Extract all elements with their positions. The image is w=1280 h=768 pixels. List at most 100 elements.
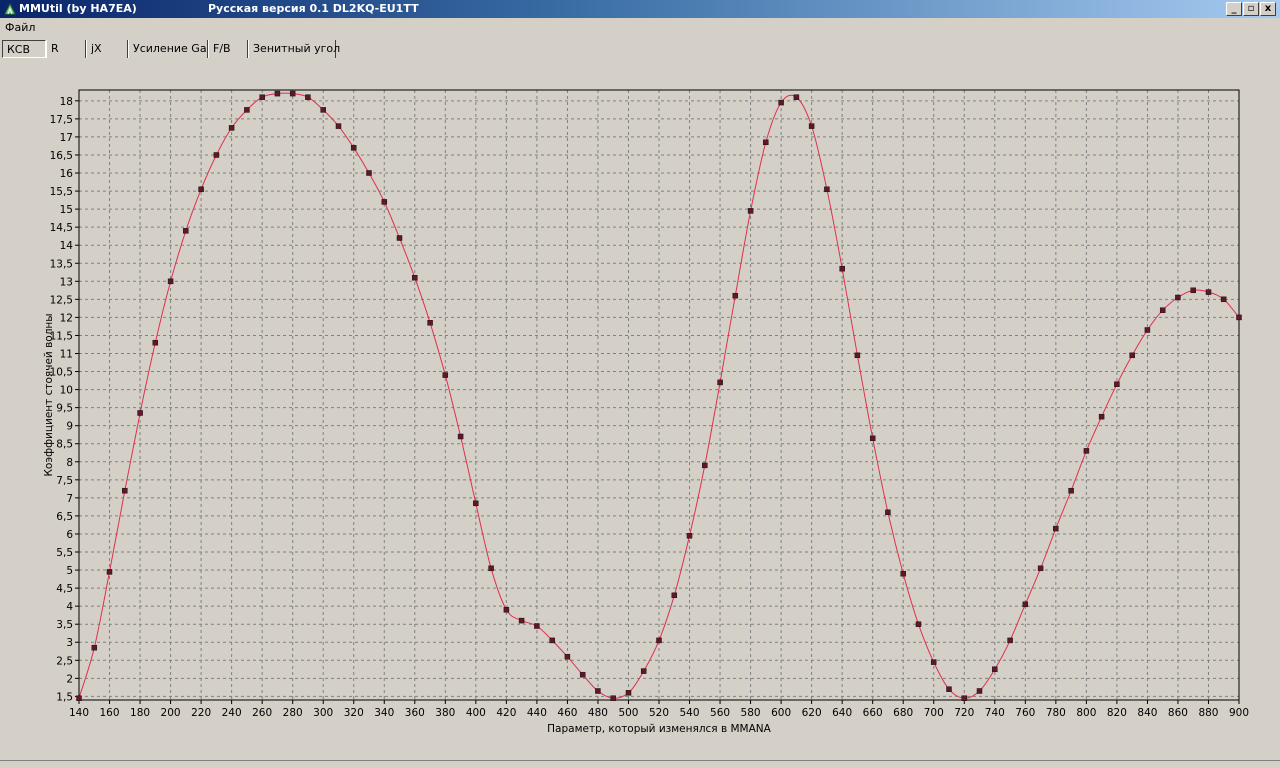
y-tick-label: 13,5 [50,258,73,270]
data-point [518,617,525,624]
x-tick-label: 220 [191,707,211,719]
data-point [503,607,510,613]
x-tick-label: 700 [924,707,944,719]
y-axis-label: Коэффициент стоячей волны [43,313,55,476]
data-point [320,107,326,113]
y-tick-label: 8,5 [56,439,73,451]
x-tick-label: 840 [1137,707,1157,719]
data-point [763,139,769,146]
data-point [747,208,754,214]
y-tick-label: 7 [66,493,73,505]
x-tick-label: 260 [252,707,272,719]
x-tick-label: 560 [710,707,730,719]
data-point [686,533,693,539]
data-point [473,500,479,507]
data-point [1220,296,1227,303]
data-point [1083,448,1090,454]
data-point [137,410,143,416]
x-tick-label: 720 [954,707,974,719]
x-tick-label: 440 [527,707,547,719]
y-tick-label: 17 [60,132,73,144]
data-point [992,666,998,673]
data-point [457,433,464,440]
y-tick-label: 16,5 [50,150,73,162]
data-point [625,690,632,696]
y-tick-label: 17,5 [50,114,73,126]
data-point [1190,287,1196,294]
x-tick-label: 140 [69,707,89,719]
data-point [1114,381,1120,387]
data-point [961,695,968,701]
y-tick-label: 9,5 [56,403,73,415]
data-point [1236,314,1242,321]
y-tick-label: 12 [60,312,73,324]
x-tick-label: 480 [588,707,608,719]
x-tick-label: 460 [557,707,577,719]
data-point [976,688,983,694]
data-point [427,320,433,326]
data-point [198,186,204,193]
y-tick-label: 5,5 [56,547,73,559]
data-point [167,278,174,285]
data-point [244,107,250,113]
x-tick-label: 400 [466,707,486,719]
x-axis-label: Параметр, который изменялся в MMANA [547,723,771,735]
data-point [1098,413,1105,420]
data-point [289,90,296,97]
data-point [885,509,891,516]
data-point [1205,289,1212,295]
y-tick-label: 5 [66,565,73,577]
data-point [274,90,281,97]
x-tick-label: 880 [1198,707,1218,719]
swr-chart: 1,522,533,544,555,566,577,588,599,51010,… [43,89,1249,735]
data-point [717,379,723,386]
data-point [1175,294,1181,301]
y-tick-label: 15,5 [50,186,73,198]
data-point [91,644,98,651]
y-tick-label: 6,5 [56,511,73,523]
data-point [1144,327,1151,333]
data-point [534,623,540,629]
y-tick-label: 13 [60,276,73,288]
x-tick-label: 340 [374,707,394,719]
data-point [900,570,906,577]
data-point [350,145,357,151]
data-point [778,99,784,106]
x-tick-label: 800 [1076,707,1096,719]
x-tick-label: 620 [802,707,822,719]
data-point [1159,307,1166,313]
data-point [610,695,616,701]
data-point [915,621,922,627]
data-point [869,435,876,442]
data-point [1037,565,1044,572]
data-point [442,372,449,378]
x-tick-label: 580 [741,707,761,719]
data-point [488,565,494,572]
y-tick-label: 14,5 [50,222,73,234]
y-tick-label: 4,5 [56,583,73,595]
data-point [595,688,601,694]
x-tick-label: 180 [130,707,150,719]
data-point [122,487,128,494]
status-divider [0,760,1280,761]
data-point [213,152,220,158]
y-tick-label: 2 [66,673,73,685]
x-tick-label: 500 [618,707,638,719]
x-tick-label: 860 [1168,707,1188,719]
x-tick-label: 360 [405,707,425,719]
data-point [152,339,159,346]
data-point [366,170,372,176]
data-point [702,462,708,469]
data-point [381,199,388,205]
x-tick-label: 600 [771,707,791,719]
data-point [640,668,647,674]
data-point [824,186,830,193]
x-tick-label: 640 [832,707,852,719]
x-tick-label: 200 [161,707,181,719]
y-tick-label: 14 [60,240,74,252]
data-point [1007,637,1013,644]
x-tick-label: 740 [985,707,1005,719]
y-tick-label: 11 [60,348,73,360]
y-tick-label: 15 [60,204,73,216]
y-tick-label: 16 [60,168,74,180]
